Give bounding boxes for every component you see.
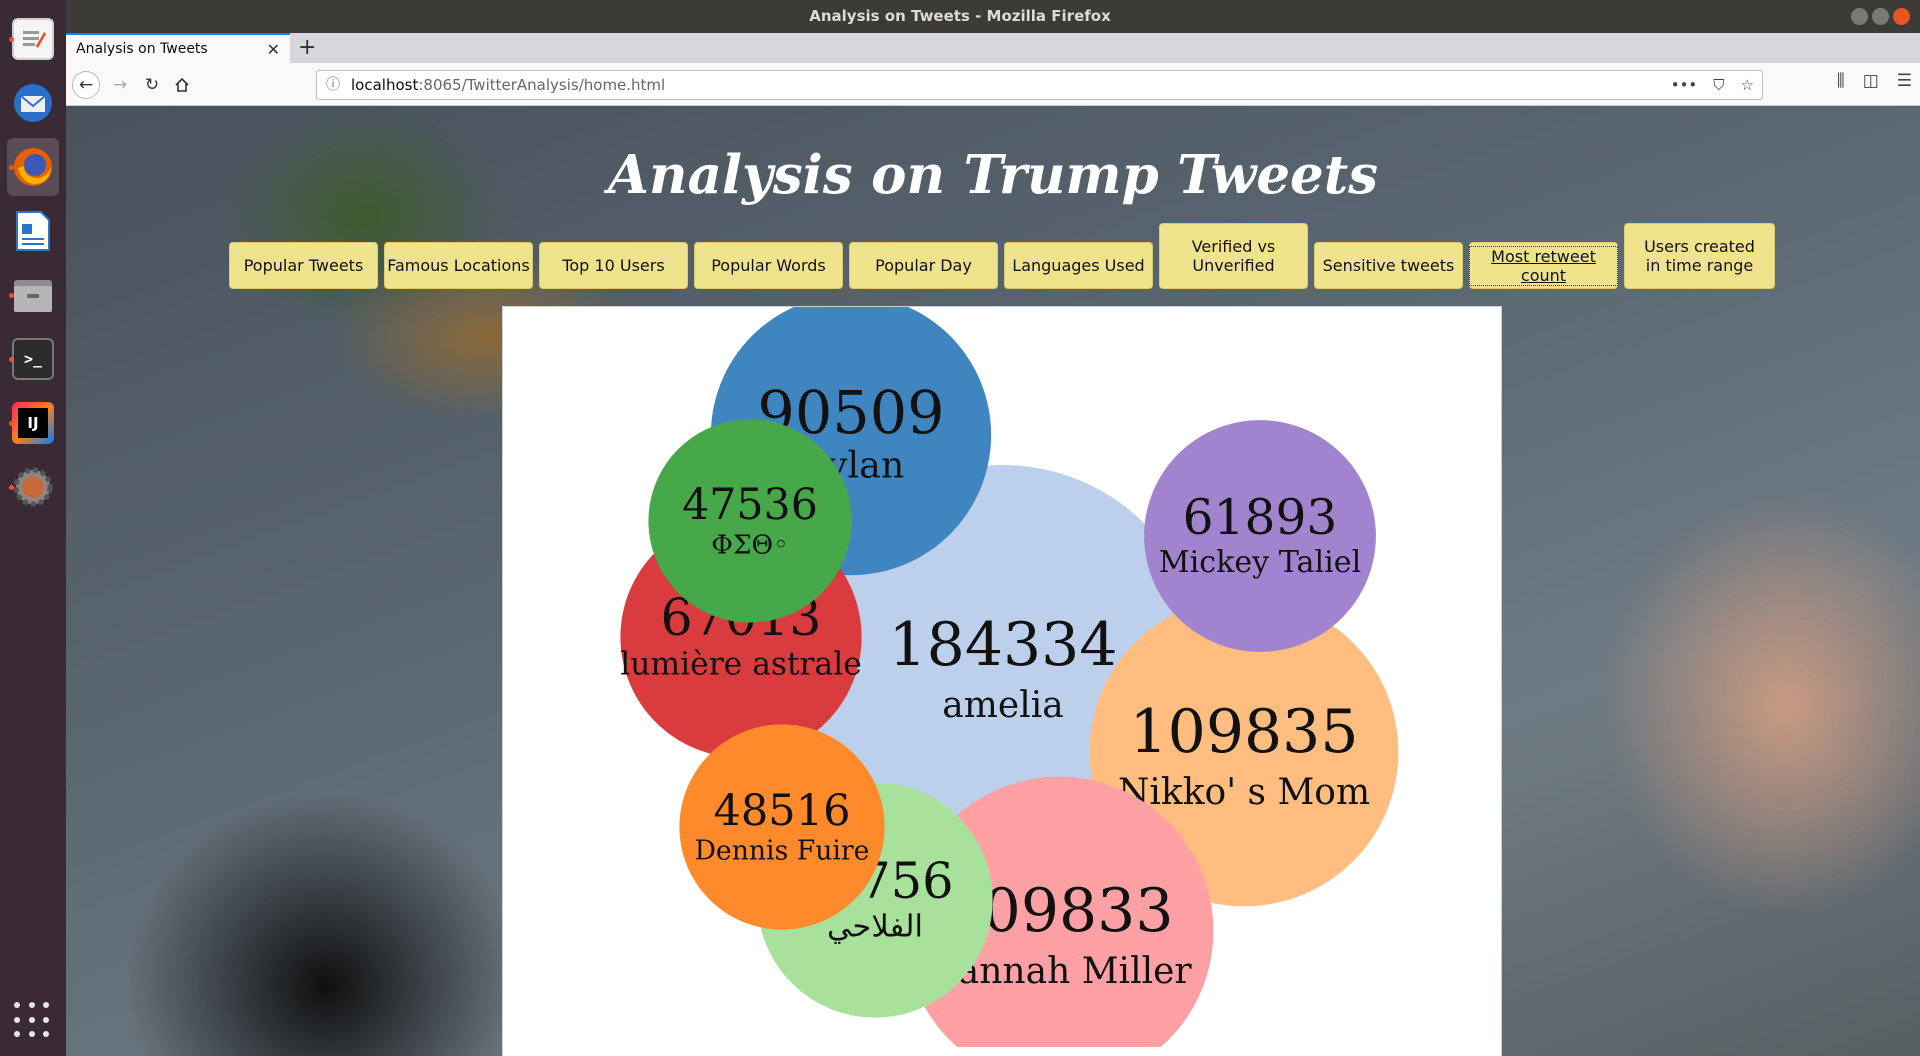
show-applications-icon[interactable] — [14, 1002, 52, 1040]
bubble-chart-panel: 184334 amelia 109835 Nikko' s Mom 109833 Hann… — [502, 306, 1502, 1056]
bubble-value-label: 184334 — [888, 610, 1117, 680]
url-host: localhost — [351, 76, 419, 94]
sidebar-icon[interactable]: ◫ — [1863, 71, 1879, 91]
window-title: Analysis on Tweets - Mozilla Firefox — [809, 7, 1111, 25]
window-titlebar: Analysis on Tweets - Mozilla Firefox — [0, 0, 1920, 33]
close-tab-icon[interactable]: ✕ — [267, 40, 280, 59]
bubble-value-label: 61893 — [1183, 490, 1338, 546]
home-button[interactable] — [168, 71, 196, 99]
dock-libreoffice-writer[interactable] — [7, 202, 59, 260]
dock-terminal[interactable]: >_ — [7, 330, 59, 388]
page-content: Analysis on Trump Tweets Popular Tweets … — [66, 106, 1920, 1056]
bubble-node[interactable]: 61893Mickey Taliel — [1144, 420, 1376, 652]
library-icon[interactable]: ⫼ — [1837, 71, 1845, 91]
text-editor-icon — [12, 18, 54, 60]
bubble-name-label: ΦΣΘ◦ — [711, 529, 789, 560]
reload-button[interactable]: ↻ — [138, 71, 166, 99]
page-actions-icon[interactable]: ••• — [1671, 71, 1698, 99]
dock-text-editor[interactable] — [7, 10, 59, 68]
bubble-value-label: 109835 — [1129, 697, 1358, 767]
bubble-name-label: Nikko' s Mom — [1118, 772, 1370, 813]
bubble-chart: 184334amelia 109835Nikko' s Mom109833Hann… — [620, 307, 1399, 1047]
close-button[interactable] — [1893, 8, 1910, 25]
bookmark-star-icon[interactable]: ☆ — [1741, 71, 1754, 99]
back-button[interactable]: ← — [72, 71, 100, 99]
dock-intellij[interactable]: IJ — [7, 394, 59, 452]
minimize-button[interactable] — [1851, 8, 1868, 25]
nav-languages-used[interactable]: Languages Used — [1004, 242, 1153, 289]
bubble-name-label: amelia — [942, 685, 1063, 726]
url-bar[interactable]: ⓘ localhost:8065/TwitterAnalysis/home.ht… — [316, 70, 1763, 100]
nav-top-10-users[interactable]: Top 10 Users — [539, 242, 688, 289]
bubble-value-label: 47536 — [682, 480, 818, 530]
tab-analysis-on-tweets[interactable]: Analysis on Tweets ✕ — [66, 33, 290, 63]
nav-sensitive-tweets[interactable]: Sensitive tweets — [1314, 242, 1463, 289]
tab-bar: Analysis on Tweets ✕ + — [66, 33, 1920, 63]
firefox-icon — [12, 146, 54, 188]
bubble-node[interactable]: 48516Dennis Fuire — [679, 724, 885, 930]
bubble-value-label: 48516 — [713, 786, 850, 836]
url-path: :8065/TwitterAnalysis/home.html — [418, 76, 666, 94]
intellij-icon: IJ — [12, 402, 54, 444]
bubble-name-label: الفلاحي — [827, 910, 923, 945]
nav-most-retweet-count[interactable]: Most retweet count — [1469, 242, 1618, 289]
nav-famous-locations[interactable]: Famous Locations — [384, 242, 533, 289]
menu-icon[interactable]: ☰ — [1897, 71, 1912, 91]
forward-button[interactable]: → — [106, 71, 134, 99]
bubble-node[interactable]: 47536ΦΣΘ◦ — [648, 419, 852, 623]
dock-javafx-ide[interactable] — [7, 458, 59, 516]
bubble-name-label: Mickey Taliel — [1159, 545, 1361, 580]
libreoffice-writer-icon — [12, 210, 54, 252]
terminal-icon: >_ — [12, 338, 54, 380]
pocket-icon[interactable]: ⛉ — [1713, 71, 1724, 99]
analysis-nav: Popular Tweets Famous Locations Top 10 U… — [229, 217, 1775, 289]
nav-popular-words[interactable]: Popular Words — [694, 242, 843, 289]
tab-title: Analysis on Tweets — [76, 41, 208, 57]
nav-popular-day[interactable]: Popular Day — [849, 242, 998, 289]
dock-firefox[interactable] — [7, 138, 59, 196]
javafx-ide-icon — [12, 466, 54, 508]
dock-file-manager[interactable] — [7, 266, 59, 324]
dock-thunderbird[interactable] — [7, 74, 59, 132]
site-info-icon[interactable]: ⓘ — [326, 71, 340, 99]
navigation-toolbar: ← → ↻ ⓘ localhost:8065/TwitterAnalysis/h… — [66, 63, 1920, 106]
file-manager-icon — [12, 274, 54, 316]
new-tab-icon[interactable]: + — [298, 35, 316, 60]
page-title: Analysis on Trump Tweets — [607, 144, 1379, 206]
home-icon — [175, 77, 189, 92]
ubuntu-dock: >_ IJ — [0, 0, 66, 1056]
nav-popular-tweets[interactable]: Popular Tweets — [229, 242, 378, 289]
window-controls — [1851, 8, 1910, 25]
bubble-name-label: Dennis Fuire — [695, 836, 870, 867]
thunderbird-icon — [12, 82, 54, 124]
nav-verified-vs-unverified[interactable]: Verified vs Unverified — [1159, 223, 1308, 289]
bubble-name-label: lumière astrale — [620, 646, 862, 682]
maximize-button[interactable] — [1872, 8, 1889, 25]
nav-users-created-in-time-range[interactable]: Users created in time range — [1624, 223, 1775, 289]
